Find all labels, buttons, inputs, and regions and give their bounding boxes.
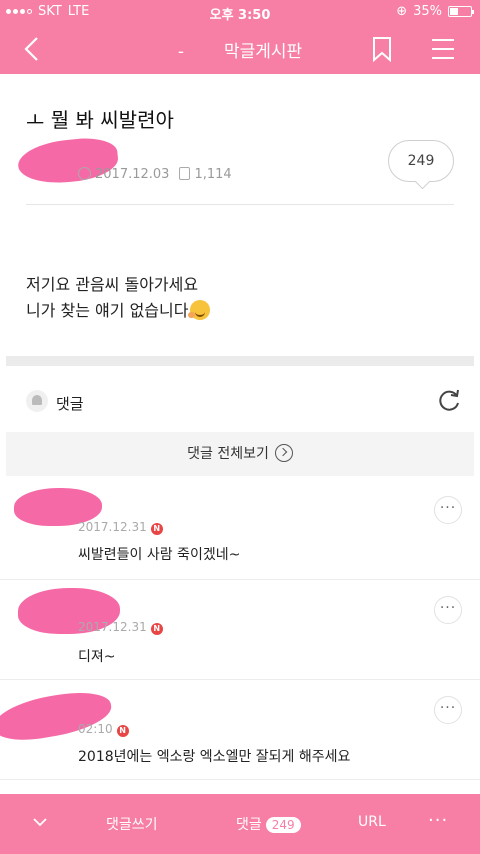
- menu-icon[interactable]: [430, 36, 456, 62]
- comment-item: 2017.12.31 N 씨발련들이 사람 죽이겠네~ ···: [0, 480, 480, 580]
- url-button[interactable]: URL: [358, 814, 386, 830]
- post-date: 2017.12.03: [95, 167, 170, 182]
- comment-time-text: 2017.12.31: [78, 620, 147, 634]
- comment-text: 디져~: [78, 649, 116, 665]
- comment-item: 2017.12.31 N 디져~ ···: [0, 580, 480, 680]
- smiling-emoji-icon: [188, 300, 211, 320]
- new-badge: N: [150, 623, 163, 635]
- chevron-down-icon[interactable]: [32, 814, 48, 830]
- write-comment-button[interactable]: 댓글쓰기: [106, 814, 158, 834]
- comments-button-label: 댓글: [236, 817, 262, 833]
- comment-text: 2018년에는 엑소랑 엑소엘만 잘되게 해주세요: [78, 749, 351, 765]
- battery-percent: 35%: [413, 4, 442, 19]
- post-views-wrap: 1,114: [179, 167, 232, 182]
- orientation-lock-icon: ⊕: [396, 4, 408, 19]
- comments-header: 댓글: [0, 380, 480, 424]
- new-badge: N: [116, 725, 129, 737]
- view-all-comments-button[interactable]: 댓글 전체보기: [6, 432, 474, 476]
- comment-time: 02:10 N: [78, 722, 129, 737]
- chevron-right-icon: [274, 444, 293, 462]
- divider: [26, 204, 454, 205]
- bottom-bar: 댓글쓰기 댓글 249 URL ···: [0, 794, 480, 854]
- comments-label: 댓글: [56, 395, 84, 413]
- app-header: - 막글게시판: [0, 24, 480, 74]
- new-badge: N: [150, 523, 163, 535]
- post-views: 1,114: [194, 167, 232, 182]
- comment-time-text: 02:10: [78, 722, 113, 736]
- post-date-wrap: 2017.12.03: [78, 167, 169, 182]
- more-icon[interactable]: ···: [434, 496, 462, 524]
- post-body: 저기요 관음씨 돌아가세요 니가 찾는 얘기 없습니다: [26, 272, 211, 324]
- battery-icon: [448, 6, 474, 17]
- more-icon[interactable]: ···: [428, 810, 448, 831]
- bookmark-icon[interactable]: [370, 36, 394, 62]
- post-title: ㅗ 뭘 봐 씨발련아: [26, 108, 174, 132]
- post-body-line-2: 니가 찾는 얘기 없습니다: [26, 301, 189, 320]
- comment-text: 씨발련들이 사람 죽이겠네~: [78, 547, 241, 563]
- refresh-icon[interactable]: [436, 388, 462, 414]
- comment-time: 2017.12.31 N: [78, 520, 163, 535]
- title-dash: -: [177, 42, 184, 62]
- more-icon[interactable]: ···: [434, 596, 462, 624]
- post-body-line-2-wrap: 니가 찾는 얘기 없습니다: [26, 298, 211, 324]
- comment-count-bubble[interactable]: 249: [388, 140, 454, 182]
- board-title: - 막글게시판: [0, 37, 480, 62]
- comment-time: 2017.12.31 N: [78, 620, 163, 635]
- view-all-label: 댓글 전체보기: [187, 446, 269, 462]
- more-icon[interactable]: ···: [434, 696, 462, 724]
- clock-icon: [78, 167, 91, 180]
- comment-item: 02:10 N 2018년에는 엑소랑 엑소엘만 잘되게 해주세요 ···: [0, 680, 480, 780]
- bell-icon[interactable]: [26, 390, 48, 412]
- comments-count-badge: 249: [265, 817, 301, 833]
- post-body-line-1: 저기요 관음씨 돌아가세요: [26, 275, 199, 294]
- comment-time-text: 2017.12.31: [78, 520, 147, 534]
- status-bar: SKT LTE 오후 3:50 ⊕ 35%: [0, 0, 480, 24]
- section-separator: [6, 356, 474, 366]
- comments-button[interactable]: 댓글 249: [236, 814, 301, 834]
- document-icon: [179, 167, 191, 180]
- board-name: 막글게시판: [223, 42, 303, 62]
- post-meta: 2017.12.03 1,114: [78, 167, 232, 182]
